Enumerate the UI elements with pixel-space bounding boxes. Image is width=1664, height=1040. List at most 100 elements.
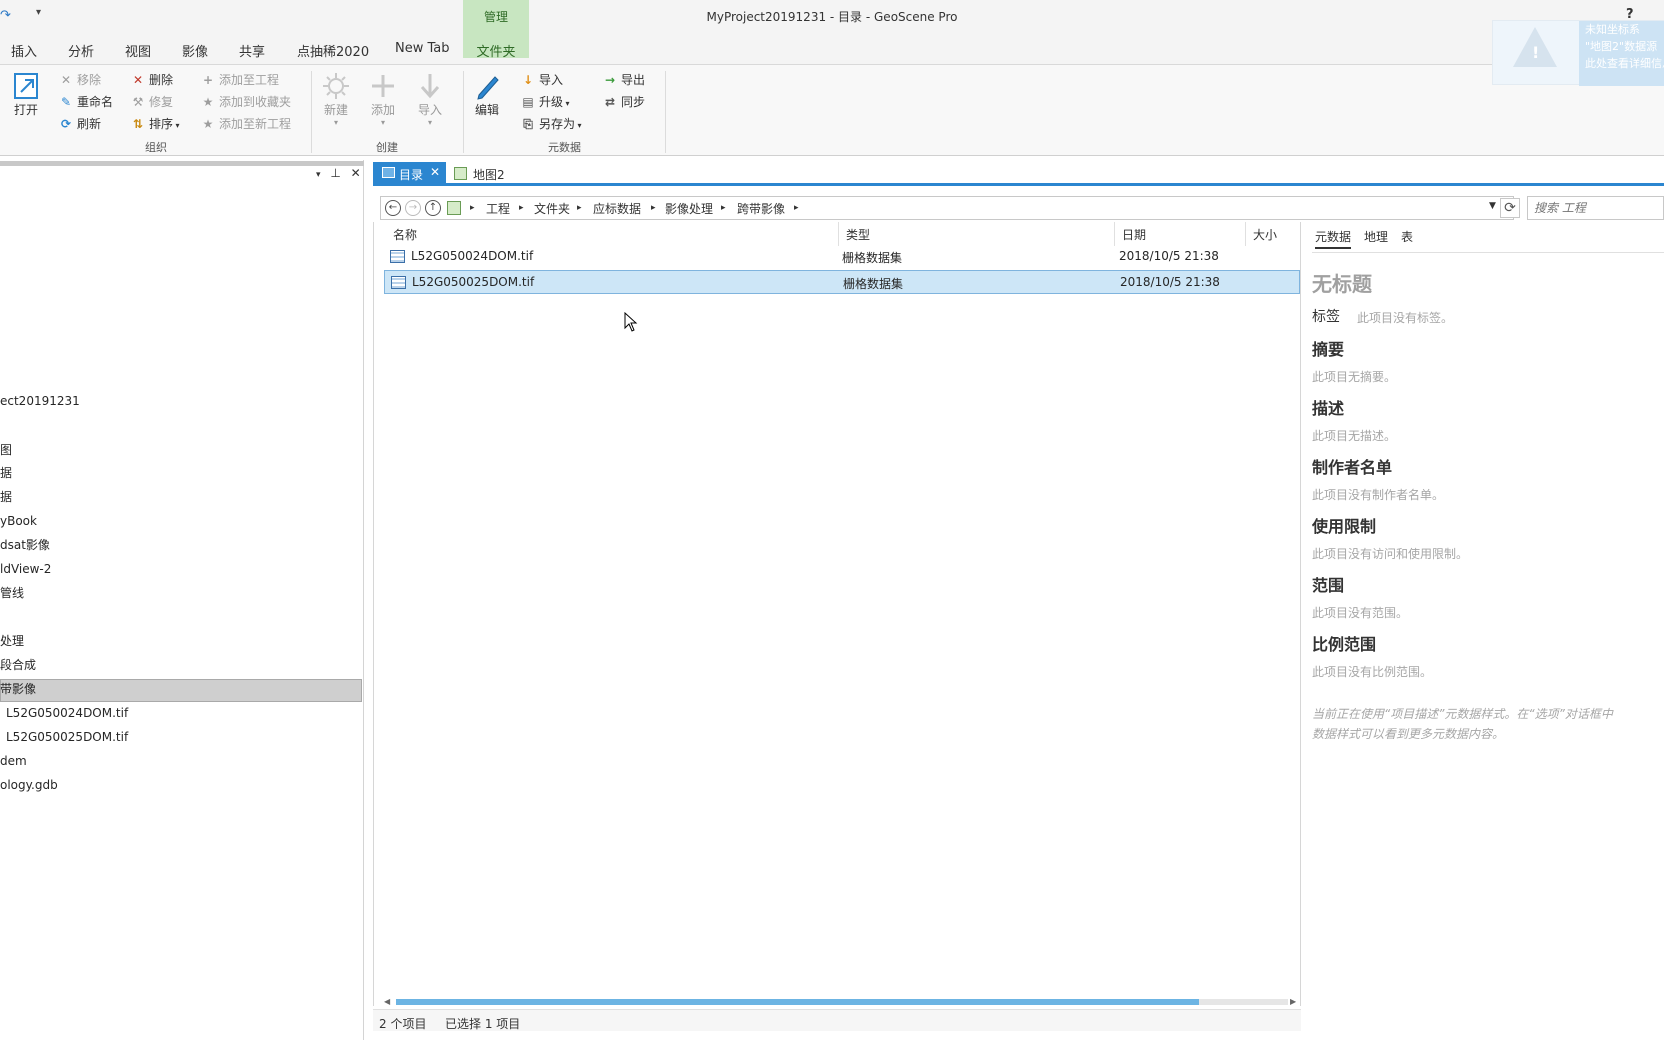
breadcrumb-arrow-icon[interactable]: ▸: [651, 203, 656, 213]
back-icon[interactable]: ←: [385, 200, 401, 216]
open-button[interactable]: 打开: [10, 71, 42, 118]
add-to-project-button[interactable]: + 添加至工程: [200, 70, 279, 90]
scroll-thumb[interactable]: [396, 999, 1199, 1005]
tree-item[interactable]: 带影像: [0, 678, 36, 700]
tree-item[interactable]: 段合成: [0, 654, 36, 676]
add-button[interactable]: 添加 ▾: [367, 71, 399, 127]
breadcrumb-item[interactable]: 工程: [486, 200, 510, 217]
add-to-new-project-button[interactable]: ★ 添加至新工程: [200, 114, 291, 134]
edit-metadata-button[interactable]: 编辑: [471, 71, 503, 118]
pencil-icon: [477, 76, 499, 100]
plus-icon: [372, 75, 394, 97]
delete-button[interactable]: ✕ 删除: [130, 70, 173, 90]
table-row[interactable]: L52G050024DOM.tif 栅格数据集 2018/10/5 21:38: [384, 245, 1300, 269]
new-button[interactable]: 新建 ▾: [320, 71, 352, 127]
pane-controls: ▾ ⊥ ✕: [316, 166, 361, 180]
tree-item[interactable]: 处理: [0, 630, 24, 652]
upgrade-metadata-button[interactable]: ▤ 升级 ▾: [520, 92, 569, 112]
import-metadata-button[interactable]: ↓ 导入: [520, 70, 563, 90]
close-icon[interactable]: ✕: [351, 166, 361, 180]
tab-new-tab[interactable]: New Tab: [395, 41, 450, 56]
horizontal-scrollbar[interactable]: ◀ ▶: [384, 997, 1300, 1007]
save-as-metadata-button[interactable]: ⎘ 另存为 ▾: [520, 114, 581, 134]
column-divider[interactable]: [1245, 222, 1246, 246]
add-to-favorites-button[interactable]: ★ 添加到收藏夹: [200, 92, 291, 112]
column-divider[interactable]: [1114, 222, 1115, 246]
repair-button[interactable]: ⚒ 修复: [130, 92, 173, 112]
breadcrumb-item[interactable]: 应标数据: [593, 200, 641, 217]
tab-analysis[interactable]: 分析: [68, 41, 94, 60]
tab-thinning[interactable]: 点抽稀2020: [297, 41, 369, 60]
breadcrumb-item[interactable]: 影像处理: [665, 200, 713, 217]
tree-item[interactable]: L52G050024DOM.tif: [6, 702, 128, 724]
scroll-left-icon[interactable]: ◀: [384, 997, 390, 1006]
breadcrumb-arrow-icon[interactable]: ▸: [519, 203, 524, 213]
breadcrumb-arrow-icon[interactable]: ▸: [577, 203, 582, 213]
tab-metadata[interactable]: 元数据: [1315, 228, 1352, 249]
close-icon[interactable]: ✕: [430, 165, 440, 179]
up-icon[interactable]: ↑: [425, 200, 441, 216]
tab-share[interactable]: 共享: [239, 41, 265, 60]
column-header-date[interactable]: 日期: [1122, 226, 1146, 243]
sort-button[interactable]: ⇅ 排序 ▾: [130, 114, 180, 134]
description-heading: 描述: [1312, 399, 1345, 418]
tree-item[interactable]: 图: [0, 439, 12, 461]
refresh-button[interactable]: ⟳ 刷新: [58, 114, 101, 134]
tab-imagery[interactable]: 影像: [182, 41, 208, 60]
column-header-size[interactable]: 大小: [1253, 226, 1277, 243]
tree-item[interactable]: L52G050025DOM.tif: [6, 726, 128, 748]
use-limitations-text: 此项目没有访问和使用限制。: [1312, 547, 1469, 561]
tab-insert[interactable]: 插入: [11, 41, 37, 60]
breadcrumb-arrow-icon[interactable]: ▸: [721, 203, 726, 213]
refresh-icon[interactable]: ⟳: [1500, 198, 1520, 218]
export-metadata-button[interactable]: → 导出: [602, 70, 645, 90]
group-divider: [463, 71, 464, 153]
tags-text: 此项目没有标签。: [1357, 311, 1454, 325]
catalog-pane-scrollbar[interactable]: [0, 161, 364, 166]
search-box[interactable]: [1527, 196, 1664, 220]
extent-text: 此项目没有范围。: [1312, 606, 1409, 620]
breadcrumb-arrow-icon[interactable]: ▸: [470, 203, 475, 213]
column-divider[interactable]: [838, 222, 839, 246]
tab-geography[interactable]: 地理: [1364, 228, 1388, 245]
tab-catalog[interactable]: 目录 ✕: [373, 162, 446, 184]
rename-button[interactable]: ✎ 重命名: [58, 92, 113, 112]
remove-button[interactable]: ✕ 移除: [58, 70, 101, 90]
breadcrumb-item[interactable]: 文件夹: [534, 200, 570, 217]
pane-menu-icon[interactable]: ▾: [316, 170, 321, 180]
tab-folder[interactable]: 文件夹: [463, 41, 529, 60]
column-header-type[interactable]: 类型: [846, 226, 870, 243]
warning-text-box: 未知坐标系 "地图2"数据源 此处查看详细信息: [1579, 21, 1664, 86]
sync-metadata-button[interactable]: ⇄ 同步: [602, 92, 645, 112]
file-name: L52G050025DOM.tif: [412, 275, 535, 289]
delete-icon: ✕: [132, 73, 144, 87]
import-create-button[interactable]: 导入 ▾: [414, 71, 446, 127]
tree-item[interactable]: dem: [0, 750, 27, 772]
tree-item[interactable]: ect20191231: [0, 390, 80, 412]
warning-exclamation: !: [1532, 43, 1540, 62]
tree-item[interactable]: ldView-2: [0, 558, 51, 580]
tree-item[interactable]: ology.gdb: [0, 774, 58, 796]
tree-item[interactable]: 管线: [0, 582, 24, 604]
tab-view[interactable]: 视图: [125, 41, 151, 60]
tree-item[interactable]: yBook: [0, 510, 37, 532]
search-input[interactable]: [1528, 197, 1658, 219]
title-bar: ↷ ▾ 管理 MyProject20191231 - 目录 - GeoScene…: [0, 0, 1664, 64]
tab-table[interactable]: 表: [1401, 228, 1413, 245]
forward-icon[interactable]: →: [405, 200, 421, 216]
status-bar: 2 个项目 已选择 1 项目: [373, 1009, 1301, 1031]
scroll-right-icon[interactable]: ▶: [1290, 997, 1296, 1006]
warning-details-link[interactable]: 此处查看详细信息: [1579, 55, 1664, 72]
remove-icon: ✕: [60, 73, 72, 87]
tree-item[interactable]: dsat影像: [0, 534, 50, 556]
table-row[interactable]: L52G050025DOM.tif 栅格数据集 2018/10/5 21:38: [384, 270, 1300, 294]
breadcrumb-arrow-icon[interactable]: ▸: [794, 203, 799, 213]
address-dropdown-icon[interactable]: ▼: [1489, 201, 1496, 211]
pin-icon[interactable]: ⊥: [330, 166, 340, 180]
tree-item[interactable]: 据: [0, 486, 12, 508]
breadcrumb-item[interactable]: 跨带影像: [737, 200, 785, 217]
coordinate-warning-popup[interactable]: ! 未知坐标系 "地图2"数据源 此处查看详细信息: [1492, 20, 1664, 86]
tree-item[interactable]: 据: [0, 462, 12, 484]
project-icon: [447, 201, 461, 215]
column-header-name[interactable]: 名称: [393, 226, 417, 243]
